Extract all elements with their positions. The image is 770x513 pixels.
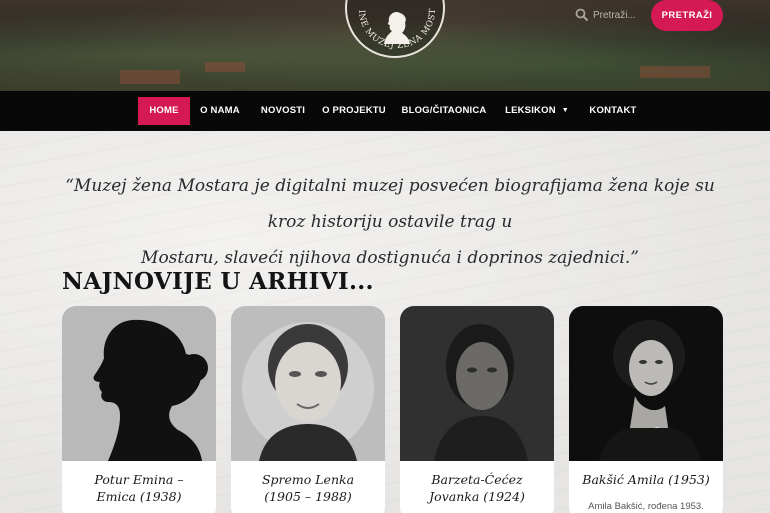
card-title[interactable]: Spremo Lenka (1905 – 1988) xyxy=(237,471,379,505)
search-button[interactable]: PRETRAŽI xyxy=(651,0,723,31)
nav-item-label: O NAMA xyxy=(200,105,240,116)
card-photo xyxy=(62,306,216,461)
quote-line: “Muzej žena Mostara je digitalni muzej p… xyxy=(65,176,715,232)
card-title[interactable]: Potur Emina – Emica (1938) xyxy=(68,471,210,505)
card-photo xyxy=(231,306,385,461)
nav-item-novosti[interactable]: NOVOSTI xyxy=(256,97,310,125)
archive-card[interactable]: Barzeta-Ćećez Jovanka (1924) xyxy=(400,306,554,513)
main-content: “Muzej žena Mostara je digitalni muzej p… xyxy=(0,131,770,513)
background-roof xyxy=(640,66,710,78)
nav-item-label: KONTAKT xyxy=(589,105,637,116)
chevron-down-icon: ▼ xyxy=(561,107,569,114)
search-bar xyxy=(575,6,653,24)
archive-card[interactable]: Spremo Lenka (1905 – 1988) xyxy=(231,306,385,513)
main-navigation: HOME O NAMA NOVOSTI O PROJEKTU BLOG/ČITA… xyxy=(0,91,770,131)
nav-item-label: NOVOSTI xyxy=(260,105,306,116)
archive-card[interactable]: Potur Emina – Emica (1938) xyxy=(62,306,216,513)
nav-item-leksikon[interactable]: LEKSIKON ▼ xyxy=(501,97,573,125)
card-title-line: Potur Emina – xyxy=(94,472,184,487)
card-title[interactable]: Bakšić Amila (1953) xyxy=(575,471,717,488)
card-title-line: (1905 – 1988) xyxy=(264,489,352,504)
archive-card[interactable]: Bakšić Amila (1953) Amila Bakšić, rođena… xyxy=(569,306,723,513)
section-title: NAJNOVIJE U ARHIVI... xyxy=(62,268,374,295)
site-logo[interactable]: ONLINE MUZEJ ŽENA MOSTARA xyxy=(345,0,445,58)
nav-item-o-projektu[interactable]: O PROJEKTU xyxy=(321,97,387,125)
search-input[interactable] xyxy=(593,9,653,21)
card-title-line: Jovanka (1924) xyxy=(429,489,525,504)
background-roof xyxy=(205,62,245,72)
nav-item-kontakt[interactable]: KONTAKT xyxy=(585,97,641,125)
nav-item-label: HOME xyxy=(149,105,179,116)
header-hero: ONLINE MUZEJ ŽENA MOSTARA PRETRAŽI xyxy=(0,0,770,91)
nav-item-blog-citaonica[interactable]: BLOG/ČITAONICA xyxy=(400,97,488,125)
background-roof xyxy=(120,70,180,84)
card-photo xyxy=(569,306,723,461)
card-title-line: Bakšić Amila (1953) xyxy=(582,472,710,487)
nav-item-label: BLOG/ČITAONICA xyxy=(401,105,487,116)
nav-item-label: LEKSIKON xyxy=(505,105,556,116)
nav-item-label: O PROJEKTU xyxy=(322,105,386,116)
card-title[interactable]: Barzeta-Ćećez Jovanka (1924) xyxy=(406,471,548,505)
card-photo xyxy=(400,306,554,461)
nav-item-o-nama[interactable]: O NAMA xyxy=(196,97,244,125)
logo-silhouette-icon xyxy=(384,12,410,44)
card-title-line: Barzeta-Ćećez xyxy=(431,472,523,487)
search-icon xyxy=(575,8,589,22)
card-title-line: Emica (1938) xyxy=(96,489,182,504)
nav-item-home[interactable]: HOME xyxy=(138,97,190,125)
card-title-line: Spremo Lenka xyxy=(261,472,355,487)
card-excerpt: Amila Bakšić, rođena 1953. xyxy=(588,501,704,512)
intro-quote: “Muzej žena Mostara je digitalni muzej p… xyxy=(50,168,730,276)
